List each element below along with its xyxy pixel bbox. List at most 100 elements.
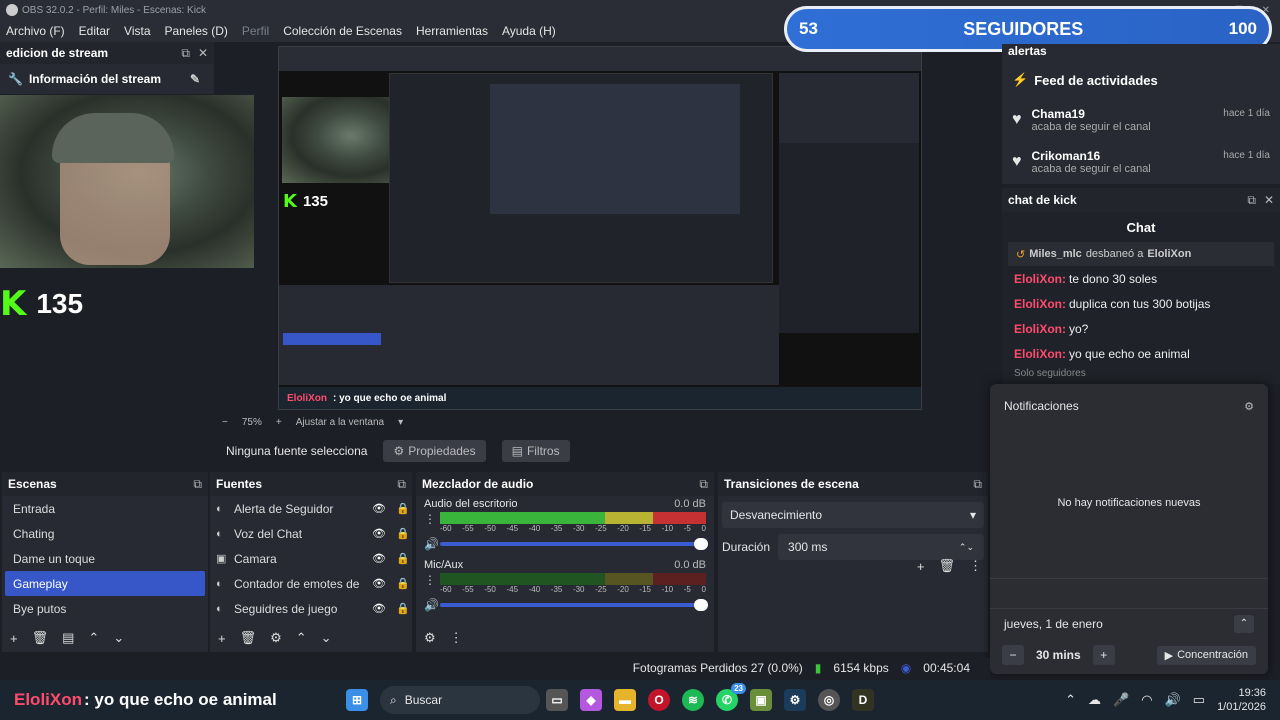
minus-icon[interactable]: −: [1002, 645, 1024, 665]
zoom-plus-icon[interactable]: +: [276, 417, 282, 428]
edit-icon[interactable]: ✎: [190, 72, 200, 86]
float-icon[interactable]: ⧉: [193, 477, 202, 492]
folder-icon[interactable]: ▬: [614, 689, 636, 711]
lock-icon[interactable]: 🔒: [394, 552, 412, 565]
float-icon[interactable]: ⧉: [1247, 193, 1256, 208]
properties-button[interactable]: ⚙ Propiedades: [383, 440, 486, 462]
menu-coleccion[interactable]: Colección de Escenas: [283, 24, 402, 38]
lock-icon[interactable]: 🔒: [394, 602, 412, 615]
menu-perfil[interactable]: Perfil: [242, 24, 269, 38]
eye-icon[interactable]: 👁: [370, 502, 388, 515]
duration-input[interactable]: 300 ms ⌃⌄: [778, 534, 984, 560]
eye-icon[interactable]: 👁: [370, 602, 388, 615]
menu-herramientas[interactable]: Herramientas: [416, 24, 488, 38]
clock[interactable]: 19:36 1/01/2026: [1217, 686, 1266, 714]
taskbar-search[interactable]: ⌕ Buscar: [380, 686, 540, 714]
transition-select[interactable]: Desvanecimiento ▾: [722, 502, 984, 528]
trash-icon[interactable]: 🗑: [240, 630, 257, 646]
chevron-down-icon[interactable]: ⌄: [321, 630, 332, 646]
more-icon[interactable]: ⋮: [450, 630, 463, 646]
menu-editar[interactable]: Editar: [79, 24, 110, 38]
volume-slider[interactable]: [440, 538, 708, 550]
copilot-icon[interactable]: ◆: [580, 689, 602, 711]
whatsapp-icon[interactable]: ✆ 23: [716, 683, 746, 711]
source-item[interactable]: ◐ Seguidres de juego 👁 🔒: [210, 596, 412, 621]
game-icon[interactable]: D: [852, 689, 874, 711]
eye-icon[interactable]: 👁: [370, 577, 388, 590]
minecraft-icon[interactable]: ▣: [750, 689, 772, 711]
volume-icon[interactable]: 🔊: [1165, 692, 1181, 708]
live-icon: ◉: [900, 661, 912, 675]
cloud-icon[interactable]: ☁: [1088, 692, 1101, 708]
filters-button[interactable]: ▤ Filtros: [501, 440, 570, 462]
settings-icon[interactable]: ⚙: [1244, 400, 1254, 413]
collapse-icon[interactable]: ⌃: [1234, 614, 1254, 633]
float-icon[interactable]: ⧉: [699, 477, 708, 492]
filter-icon[interactable]: ▤: [62, 630, 74, 646]
start-icon[interactable]: ⊞: [346, 689, 368, 711]
scene-item-selected[interactable]: Gameplay: [5, 571, 205, 596]
lock-icon[interactable]: 🔒: [394, 502, 412, 515]
chevron-up-icon[interactable]: ⌃: [296, 630, 307, 646]
program-preview[interactable]: K 135 EloliXon : yo que echo oe animal: [278, 46, 922, 410]
source-item[interactable]: ◐ Contador de emotes de 👁 🔒: [210, 571, 412, 596]
close-icon[interactable]: ✕: [198, 46, 208, 61]
source-item[interactable]: ◐ Alerta de Seguidor 👁 🔒: [210, 496, 412, 521]
mic-icon[interactable]: 🎤: [1113, 692, 1129, 708]
float-icon[interactable]: ⧉: [181, 46, 190, 61]
battery-icon[interactable]: ▭: [1193, 692, 1205, 708]
more-icon[interactable]: ⋮: [969, 558, 982, 574]
menu-ayuda[interactable]: Ayuda (H): [502, 24, 556, 38]
opera-icon[interactable]: O: [648, 689, 670, 711]
speaker-icon[interactable]: 🔊: [424, 537, 439, 551]
more-icon[interactable]: ⋮: [424, 573, 436, 594]
task-view-icon[interactable]: ▭: [546, 689, 568, 711]
eye-icon[interactable]: 👁: [370, 527, 388, 540]
more-icon[interactable]: ⋮: [424, 512, 436, 533]
menu-archivo[interactable]: Archivo (F): [6, 24, 65, 38]
gear-icon[interactable]: ⚙: [270, 630, 282, 646]
scene-item[interactable]: Dame un toque: [5, 546, 205, 571]
scene-item[interactable]: Chating: [5, 521, 205, 546]
chevron-down-icon[interactable]: ▾: [398, 417, 403, 428]
close-icon[interactable]: ✕: [1264, 193, 1274, 208]
chevron-up-icon[interactable]: ⌃: [88, 630, 99, 646]
obs-icon[interactable]: ◎: [818, 689, 840, 711]
chevron-down-icon[interactable]: ⌄: [113, 630, 124, 646]
source-item[interactable]: ▣ Camara 👁 🔒: [210, 546, 412, 571]
trash-icon[interactable]: 🗑: [32, 630, 49, 646]
scene-item[interactable]: Entrada: [5, 496, 205, 521]
speaker-icon[interactable]: 🔊: [424, 598, 439, 612]
spotify-icon[interactable]: ≋: [682, 689, 704, 711]
gear-icon[interactable]: ⚙: [424, 630, 436, 646]
plus-icon[interactable]: +: [1092, 645, 1115, 665]
notification-center: Notificaciones ⚙ No hay notificaciones n…: [990, 384, 1268, 674]
stream-info-row[interactable]: 🔧 Información del stream ✎: [0, 64, 214, 94]
steam-icon[interactable]: ⚙: [784, 689, 806, 711]
menu-vista[interactable]: Vista: [124, 24, 150, 38]
zoom-value[interactable]: 75%: [242, 417, 262, 428]
volume-slider[interactable]: [440, 599, 708, 611]
chevron-up-icon[interactable]: ⌃: [1065, 692, 1076, 708]
stepper-icon[interactable]: ⌃⌄: [959, 542, 974, 553]
focus-button[interactable]: ▶ Concentración: [1156, 645, 1256, 665]
lock-icon[interactable]: 🔒: [394, 577, 412, 590]
zoom-minus-icon[interactable]: −: [222, 417, 228, 428]
scene-item[interactable]: Bye putos: [5, 596, 205, 621]
float-icon[interactable]: ⧉: [973, 477, 982, 492]
lock-icon[interactable]: 🔒: [394, 527, 412, 540]
source-item[interactable]: ◐ Voz del Chat 👁 🔒: [210, 521, 412, 546]
add-icon[interactable]: +: [218, 631, 226, 646]
add-icon[interactable]: +: [917, 559, 925, 574]
notif-header: Notificaciones ⚙: [990, 384, 1268, 428]
float-icon[interactable]: ⧉: [397, 477, 406, 492]
wifi-icon[interactable]: ◠: [1141, 692, 1152, 708]
zoom-fit-select[interactable]: Ajustar a la ventana: [296, 417, 384, 428]
clock-date: 1/01/2026: [1217, 701, 1266, 713]
mixer-channel: Mic/Aux 0.0 dB ⋮ -60 -55 -50 -45 -40 -35 -30 -25…: [416, 551, 714, 612]
eye-icon[interactable]: 👁: [370, 552, 388, 565]
feed-header: ⚡ Feed de actividades: [1002, 62, 1280, 98]
menu-paneles[interactable]: Paneles (D): [165, 24, 228, 38]
add-icon[interactable]: +: [10, 631, 18, 646]
trash-icon[interactable]: 🗑: [938, 558, 955, 574]
